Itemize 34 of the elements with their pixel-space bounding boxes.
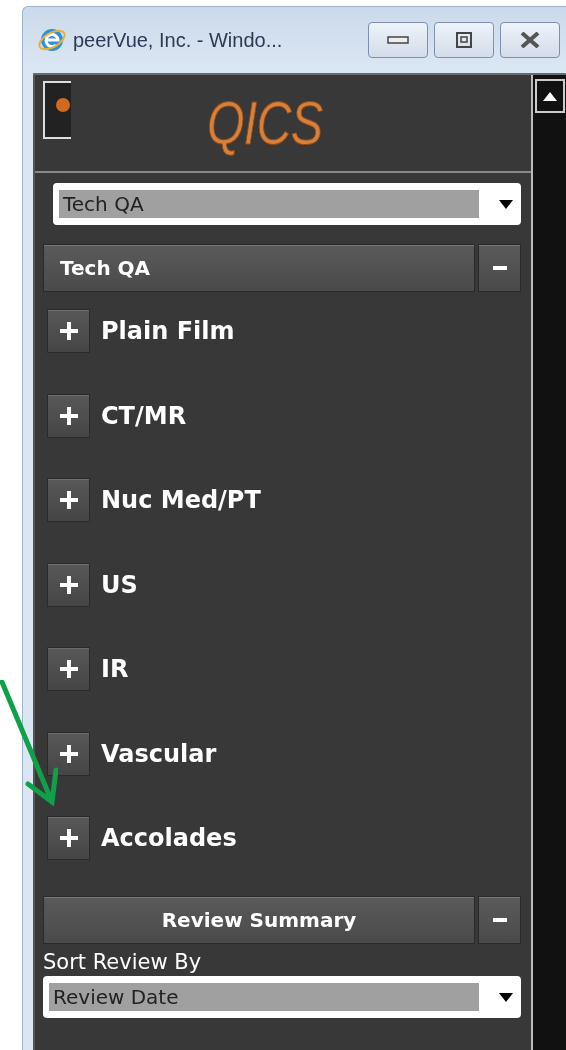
category-label[interactable]: IR [101,655,129,683]
expand-button[interactable] [47,393,90,438]
close-button[interactable] [500,22,560,58]
section-header[interactable]: Tech QA [43,244,475,292]
sort-label: Sort Review By [43,950,203,974]
scroll-up-icon [542,91,557,101]
expand-button[interactable] [47,816,90,860]
logo-icon [43,81,71,139]
category-label[interactable]: Accolades [101,824,237,852]
window-title: peerVue, Inc. - Windo... [73,28,284,52]
expand-button[interactable] [47,309,90,353]
minimize-icon [387,36,409,44]
dropdown-arrow-icon [499,199,513,209]
dropdown-arrow-icon [499,992,513,1002]
section-header[interactable]: Review Summary [43,896,475,944]
collapse-button[interactable] [478,896,521,944]
category-label[interactable]: Nuc Med/PT [101,486,261,514]
minimize-button[interactable] [368,22,428,58]
restore-icon [456,32,472,48]
expand-button[interactable] [47,562,90,607]
category-dropdown[interactable]: Tech QA [53,183,521,225]
close-icon [520,32,540,48]
sort-dropdown[interactable]: Review Date [43,976,521,1018]
restore-button[interactable] [434,22,494,58]
expand-button[interactable] [47,731,90,776]
category-label[interactable]: Plain Film [101,317,235,345]
category-label[interactable]: CT/MR [101,401,187,430]
expand-button[interactable] [47,647,90,691]
category-label[interactable]: US [101,570,138,599]
logo-text: QICS [207,92,323,154]
category-label[interactable]: Vascular [101,739,217,768]
collapse-button[interactable] [478,244,521,292]
scroll-up-button[interactable] [534,79,565,113]
expand-button[interactable] [47,478,90,522]
